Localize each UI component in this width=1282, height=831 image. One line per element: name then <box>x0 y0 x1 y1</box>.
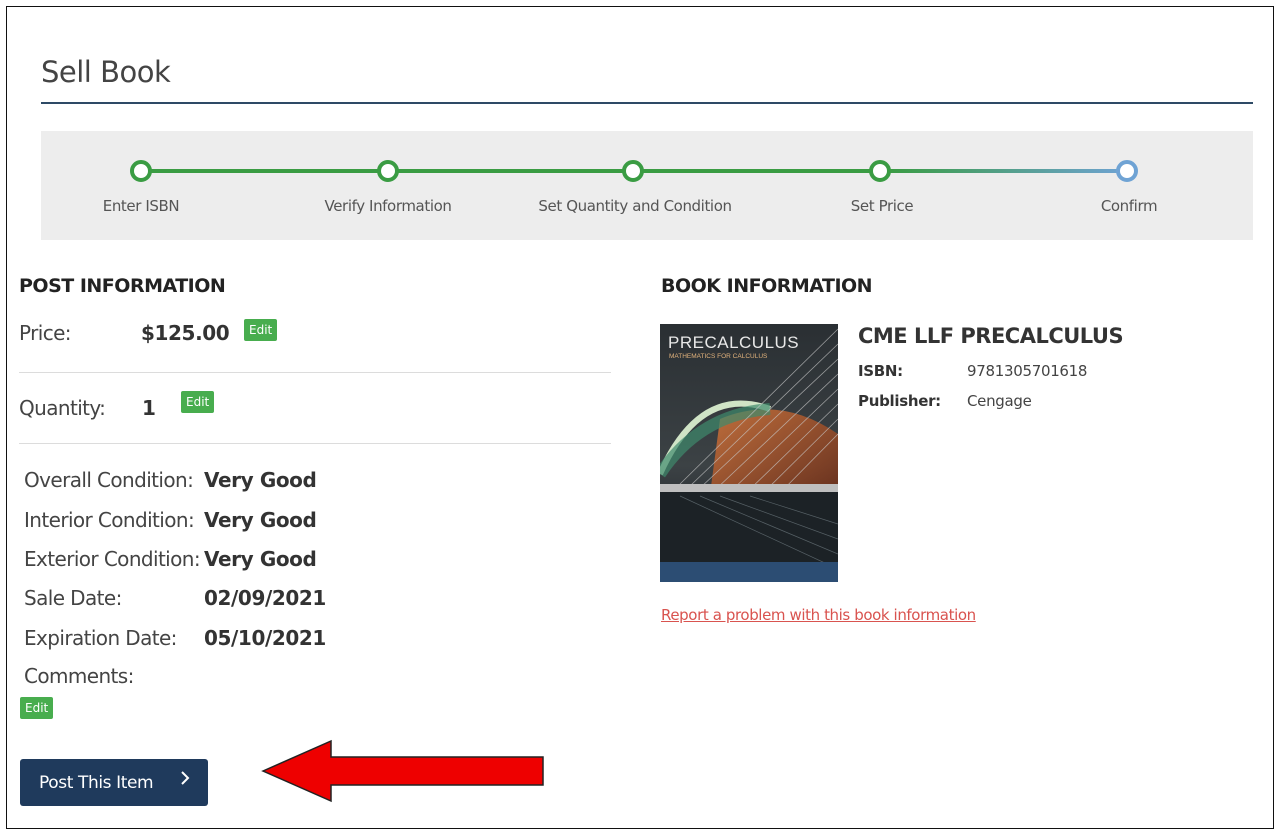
quantity-divider <box>19 443 611 444</box>
edit-quantity-button[interactable]: Edit <box>181 391 215 413</box>
price-value: $125.00 <box>141 321 230 345</box>
book-title: CME LLF PRECALCULUS <box>858 324 1124 348</box>
edit-price-button[interactable]: Edit <box>244 319 278 341</box>
step-label-set-quantity-condition: Set Quantity and Condition <box>538 197 732 215</box>
isbn-label: ISBN: <box>858 362 903 380</box>
progress-stepper: Enter ISBN Verify Information Set Quanti… <box>41 131 1253 240</box>
overall-condition-value: Very Good <box>204 468 317 492</box>
stepper-track-current <box>888 169 1128 173</box>
post-this-item-label: Post This Item <box>39 772 154 793</box>
step-dot-confirm <box>1116 160 1138 182</box>
isbn-value: 9781305701618 <box>967 362 1088 380</box>
post-this-item-button[interactable]: Post This Item <box>20 759 208 806</box>
overall-condition-label: Overall Condition: <box>24 468 194 492</box>
publisher-label: Publisher: <box>858 392 941 410</box>
chevron-right-icon <box>180 770 190 791</box>
sale-date-label: Sale Date: <box>24 586 122 610</box>
price-label: Price: <box>19 321 72 345</box>
quantity-value: 1 <box>142 396 156 420</box>
exterior-condition-value: Very Good <box>204 547 317 571</box>
sale-date-value: 02/09/2021 <box>204 586 326 610</box>
stepper-track-complete <box>148 169 888 173</box>
price-divider <box>19 372 611 373</box>
expiration-date-label: Expiration Date: <box>24 626 177 650</box>
expiration-date-value: 05/10/2021 <box>204 626 326 650</box>
report-problem-link[interactable]: Report a problem with this book informat… <box>661 606 976 624</box>
post-information-heading: POST INFORMATION <box>19 275 226 297</box>
page-title: Sell Book <box>41 55 171 89</box>
annotation-arrow-icon <box>257 739 549 808</box>
quantity-label: Quantity: <box>19 396 106 420</box>
step-label-enter-isbn: Enter ISBN <box>102 197 180 215</box>
step-label-set-price: Set Price <box>850 197 914 215</box>
app-frame: Sell Book Enter ISBN Verify Information … <box>6 6 1274 829</box>
step-dot-set-quantity-condition[interactable] <box>622 160 644 182</box>
book-cover-subtitle: MATHEMATICS FOR CALCULUS <box>669 353 768 360</box>
edit-comments-button[interactable]: Edit <box>20 697 54 719</box>
interior-condition-value: Very Good <box>204 508 317 532</box>
book-cover-title: PRECALCULUS <box>668 333 799 352</box>
interior-condition-label: Interior Condition: <box>24 508 195 532</box>
comments-label: Comments: <box>24 664 134 688</box>
step-label-verify-information: Verify Information <box>324 197 452 215</box>
step-dot-enter-isbn[interactable] <box>130 160 152 182</box>
step-dot-set-price[interactable] <box>869 160 891 182</box>
exterior-condition-label: Exterior Condition: <box>24 547 201 571</box>
title-divider <box>41 102 1253 104</box>
book-cover-image: PRECALCULUS MATHEMATICS FOR CALCULUS <box>660 324 838 582</box>
step-dot-verify-information[interactable] <box>377 160 399 182</box>
step-label-confirm: Confirm <box>1100 197 1158 215</box>
publisher-value: Cengage <box>967 392 1032 410</box>
book-information-heading: BOOK INFORMATION <box>661 275 873 297</box>
